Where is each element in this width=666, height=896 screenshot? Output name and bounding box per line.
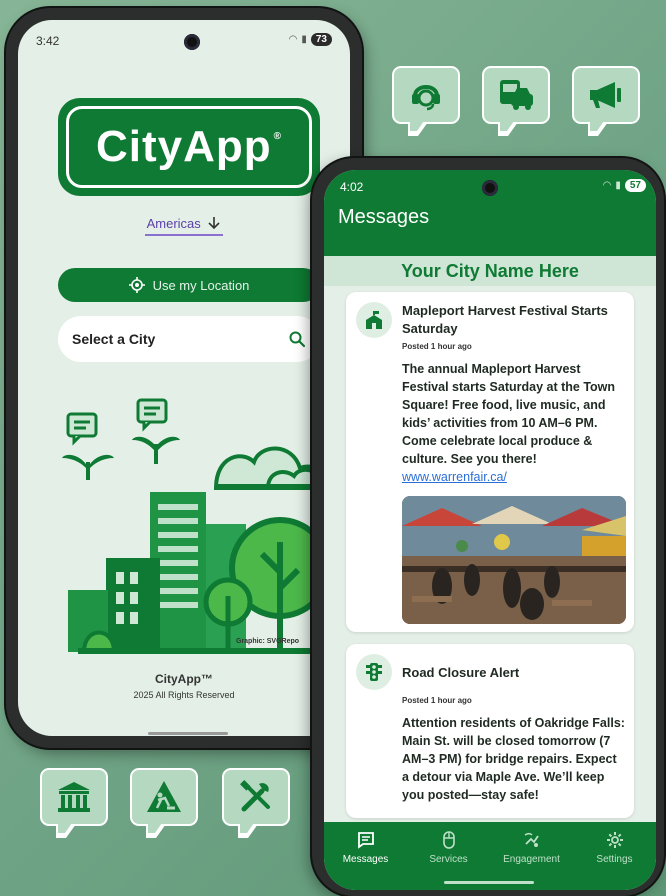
page-title: Messages xyxy=(338,206,430,228)
battery-indicator: 57 xyxy=(624,179,646,192)
tools-icon xyxy=(240,780,270,812)
city-name-banner: Your City Name Here xyxy=(324,256,656,286)
location-target-icon xyxy=(128,277,145,293)
message-posted: Posted 1 hour ago xyxy=(402,696,472,705)
message-posted: Posted 1 hour ago xyxy=(402,342,472,351)
use-location-button[interactable]: Use my Location xyxy=(58,268,320,302)
government-bubble xyxy=(40,768,108,838)
bottom-navigation: Messages Services Engagement Settings xyxy=(324,822,656,890)
message-card[interactable]: Mapleport Harvest Festival Starts Saturd… xyxy=(346,292,634,632)
region-selector[interactable]: Americas xyxy=(18,216,350,236)
city-illustration xyxy=(62,398,336,654)
camera-icon xyxy=(184,34,200,50)
home-indicator xyxy=(444,881,534,884)
message-title: Mapleport Harvest Festival Starts Saturd… xyxy=(402,303,608,336)
messages-icon xyxy=(357,832,374,849)
arrow-down-icon xyxy=(208,217,220,230)
search-icon[interactable] xyxy=(288,330,306,348)
app-bar: 4:02 ◠ ▮ 57 Messages xyxy=(324,170,656,256)
use-location-label: Use my Location xyxy=(152,277,250,293)
footer: CityApp™ 2025 All Rights Reserved xyxy=(18,672,350,700)
mouse-icon xyxy=(442,831,455,849)
cityapp-logo: CityApp ® xyxy=(58,98,320,196)
battery-indicator: 73 xyxy=(310,33,332,46)
construction-icon xyxy=(147,781,181,812)
engagement-icon xyxy=(524,832,539,847)
transit-icon xyxy=(500,80,533,110)
footer-app-name: CityApp™ xyxy=(155,672,213,686)
logo-mark: ® xyxy=(273,130,283,142)
nav-label: Services xyxy=(429,854,468,865)
city-select-input[interactable]: Select a City xyxy=(58,316,320,362)
region-label: Americas xyxy=(146,216,201,231)
phone-left: 3:42 ◠ ▮ 73 CityApp ® Americas Use my Lo… xyxy=(6,8,362,748)
status-time: 4:02 xyxy=(340,180,364,194)
logo-text: CityApp xyxy=(95,122,272,171)
city-select-placeholder: Select a City xyxy=(72,331,156,347)
nav-label: Settings xyxy=(596,854,633,865)
home-indicator xyxy=(148,732,228,735)
status-time: 3:42 xyxy=(36,34,60,48)
wifi-icon: ◠ xyxy=(602,180,612,191)
message-link[interactable]: www.warrenfair.ca/ xyxy=(402,470,507,484)
status-icons: ◠ ▮ 57 xyxy=(603,179,646,192)
status-icons: ◠ ▮ 73 xyxy=(289,33,332,46)
gear-icon xyxy=(606,832,623,848)
footer-copyright: 2025 All Rights Reserved xyxy=(133,690,235,700)
nav-engagement[interactable]: Engagement xyxy=(490,822,573,890)
nav-label: Messages xyxy=(342,854,389,865)
message-body: The annual Mapleport Harvest Festival st… xyxy=(402,360,626,486)
construction-bubble xyxy=(130,768,198,838)
megaphone-icon xyxy=(590,82,621,108)
school-icon xyxy=(366,311,382,329)
traffic-light-icon xyxy=(366,663,382,681)
transit-bubble xyxy=(482,66,550,136)
message-body-text: The annual Mapleport Harvest Festival st… xyxy=(402,362,616,466)
message-icon xyxy=(356,302,392,338)
headset-icon xyxy=(412,85,440,111)
signal-icon: ▮ xyxy=(301,34,307,45)
nav-label: Engagement xyxy=(503,854,560,865)
support-bubble xyxy=(392,66,460,136)
nav-messages[interactable]: Messages xyxy=(324,822,407,890)
messages-screen: 4:02 ◠ ▮ 57 Messages Your City Name Here… xyxy=(324,170,656,890)
announcement-bubble xyxy=(572,66,640,136)
wifi-icon: ◠ xyxy=(288,34,298,45)
city-select-screen: 3:42 ◠ ▮ 73 CityApp ® Americas Use my Lo… xyxy=(18,20,350,736)
message-body: Attention residents of Oakridge Falls: M… xyxy=(402,716,625,802)
phone-right: 4:02 ◠ ▮ 57 Messages Your City Name Here… xyxy=(312,158,664,896)
message-icon xyxy=(356,654,392,690)
signal-icon: ▮ xyxy=(615,180,621,191)
message-title: Road Closure Alert xyxy=(402,665,520,680)
message-card[interactable]: Road Closure Alert Posted 1 hour ago Att… xyxy=(346,644,634,818)
camera-icon xyxy=(482,180,498,196)
festival-photo xyxy=(402,496,626,624)
government-building-icon xyxy=(58,782,90,812)
tools-bubble xyxy=(222,768,290,838)
nav-settings[interactable]: Settings xyxy=(573,822,656,890)
nav-services[interactable]: Services xyxy=(407,822,490,890)
graphic-credit: Graphic: SVGRepo xyxy=(236,638,300,645)
